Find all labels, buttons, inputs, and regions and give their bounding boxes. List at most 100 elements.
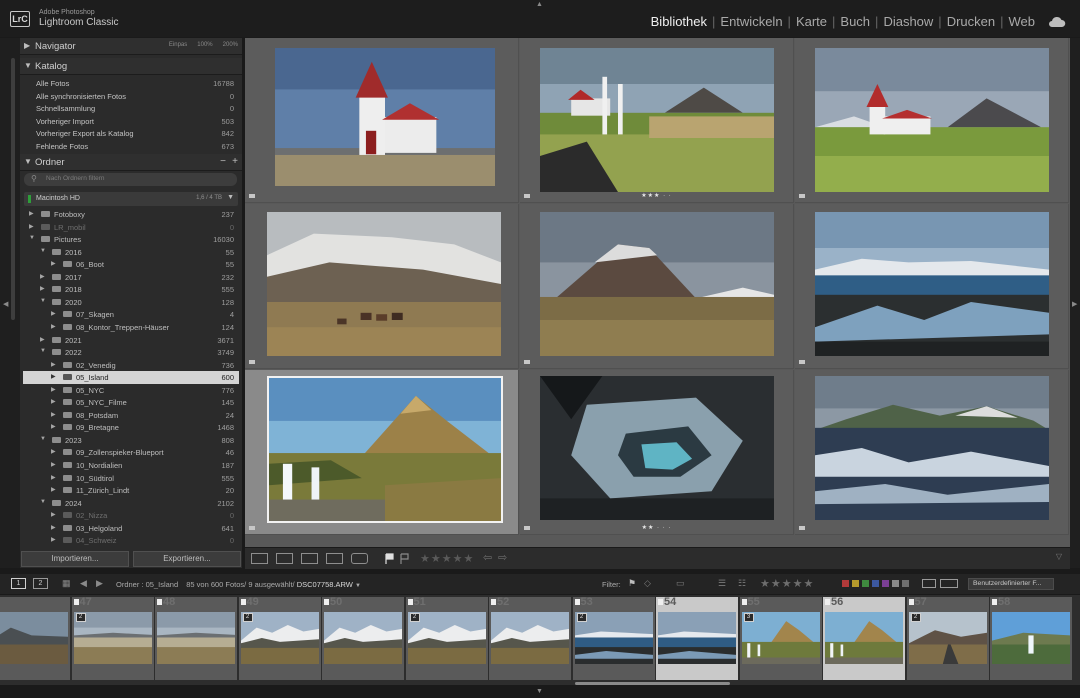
flag-badge-icon[interactable] [157, 599, 162, 605]
expand-triangle-down-icon[interactable]: ▼ [40, 499, 46, 505]
grid-cell[interactable] [795, 38, 1069, 203]
filmstrip-thumbnail[interactable]: 52 [489, 596, 571, 680]
folder-row[interactable]: ▶ LR_mobil 0 [23, 221, 239, 234]
color-label-swatch[interactable] [872, 580, 879, 587]
navigator-header[interactable]: ▶ Navigator Einpas 100% 200% [20, 38, 242, 55]
flag-badge-icon[interactable] [240, 599, 246, 605]
folder-row[interactable]: ▶ 08_Kontor_Treppen-Häuser 124 [23, 321, 239, 334]
expand-triangle-right-icon[interactable]: ▶ [51, 373, 56, 380]
flag-badge-icon[interactable] [574, 599, 580, 605]
expand-triangle-right-icon[interactable]: ▶ [51, 398, 56, 405]
catalog-item[interactable]: Vorheriger Import 503 [20, 115, 242, 128]
color-label-swatch[interactable] [882, 580, 889, 587]
toolbar-menu-icon[interactable]: ▽ [1056, 552, 1062, 561]
folder-row[interactable]: ▼ 2020 128 [23, 296, 239, 309]
grid-cell[interactable] [520, 204, 794, 369]
expand-triangle-down-icon[interactable]: ▼ [40, 436, 46, 442]
stack-count-badge[interactable]: 2 [576, 613, 587, 622]
rating-stars[interactable]: ★★★★★ [420, 552, 474, 565]
flag-badge-icon[interactable] [658, 599, 663, 605]
filmstrip-scrollbar[interactable] [575, 682, 730, 685]
loupe-view-icon[interactable] [276, 553, 293, 564]
flag-badge-icon[interactable] [249, 360, 255, 364]
expand-triangle-right-icon[interactable]: ▶ [51, 310, 56, 317]
grid-cell[interactable] [245, 38, 519, 203]
photo-thumbnail[interactable] [267, 212, 501, 356]
tab-karte[interactable]: Karte [791, 14, 832, 29]
folder-row[interactable]: ▶ 05_NYC_Filme 145 [23, 396, 239, 409]
tab-drucken[interactable]: Drucken [942, 14, 1000, 29]
folder-row[interactable]: ▶ 02_Venedig 736 [23, 359, 239, 372]
stack-count-badge[interactable]: 3 [743, 613, 754, 622]
grid-cell[interactable]: ★★★ · · [520, 38, 794, 203]
photo-rating[interactable]: ★★ · · · [520, 524, 793, 531]
add-folder-button[interactable]: + [232, 156, 238, 167]
flag-badge-icon[interactable] [992, 599, 997, 605]
rotate-left-icon[interactable]: ⇦ [483, 551, 492, 564]
expand-triangle-right-icon[interactable]: ▶ [29, 223, 34, 230]
expand-triangle-down-icon[interactable]: ▼ [40, 348, 46, 354]
top-panel-toggle-icon[interactable]: ▲ [536, 1, 543, 8]
color-label-swatch[interactable] [902, 580, 909, 587]
photo-thumbnail[interactable] [815, 376, 1049, 520]
filmstrip-thumbnail[interactable]: 58 [990, 596, 1072, 680]
folder-row[interactable]: ▶ 10_Südtirol 555 [23, 472, 239, 485]
grid-cell[interactable] [795, 370, 1069, 535]
expand-triangle-right-icon[interactable]: ▶ [51, 448, 56, 455]
back-arrow-icon[interactable]: ◀ [80, 578, 87, 589]
expand-triangle-right-icon[interactable]: ▶ [51, 361, 56, 368]
color-label-swatch[interactable] [852, 580, 859, 587]
stack-count-badge[interactable]: 2 [242, 613, 253, 622]
expand-triangle-right-icon[interactable]: ▶ [40, 285, 45, 292]
pick-flag-icon[interactable] [385, 553, 395, 565]
export-button[interactable]: Exportieren... [133, 551, 241, 567]
folder-row[interactable]: ▶ 08_Potsdam 24 [23, 409, 239, 422]
reject-flag-icon[interactable] [400, 553, 410, 565]
filmstrip-thumbnail[interactable]: 53 2 [572, 596, 655, 680]
folder-row[interactable]: ▶ 07_Skagen 4 [23, 308, 239, 321]
flag-badge-icon[interactable] [249, 526, 255, 530]
filter-lock-icon[interactable] [922, 579, 936, 588]
catalog-item[interactable]: Alle Fotos 16788 [20, 77, 242, 90]
custom-filter-select[interactable]: Benutzerdefinierter F... [968, 578, 1054, 590]
expand-triangle-down-icon[interactable]: ▼ [29, 235, 35, 241]
photo-thumbnail[interactable] [815, 48, 1049, 192]
folder-row[interactable]: ▶ 06_Boot 55 [23, 258, 239, 271]
secondary-monitor-button[interactable]: 2 [33, 578, 48, 589]
people-view-icon[interactable] [351, 553, 368, 564]
folder-row[interactable]: ▼ 2016 55 [23, 246, 239, 259]
filmstrip-thumbnail[interactable]: 48 [155, 596, 237, 680]
folder-row[interactable]: ▼ 2022 3749 [23, 346, 239, 359]
flag-badge-icon[interactable] [324, 599, 329, 605]
tab-entwickeln[interactable]: Entwickeln [715, 14, 787, 29]
catalog-header[interactable]: ▼ Katalog [20, 58, 242, 75]
zoom-200[interactable]: 200% [223, 42, 238, 48]
compare-view-icon[interactable] [301, 553, 318, 564]
flag-badge-icon[interactable] [249, 194, 255, 198]
flag-badge-icon[interactable] [524, 360, 530, 364]
unedited-filter-icon[interactable]: ☷ [738, 578, 746, 589]
grid-cell[interactable] [245, 370, 519, 535]
import-button[interactable]: Importieren... [21, 551, 129, 567]
folder-row[interactable]: ▼ Pictures 16030 [23, 233, 239, 246]
color-label-swatch[interactable] [892, 580, 899, 587]
filmstrip-thumbnail[interactable]: 51 2 [405, 596, 488, 680]
catalog-item[interactable]: Schnellsammlung 0 [20, 102, 242, 115]
flag-badge-icon[interactable] [73, 599, 79, 605]
bottom-panel-toggle-icon[interactable]: ▼ [536, 688, 543, 695]
flag-filter-icon[interactable]: ⚑ [628, 578, 636, 589]
expand-triangle-right-icon[interactable]: ▶ [51, 536, 56, 543]
filmstrip-thumbnail[interactable]: 55 3 [739, 596, 822, 680]
expand-triangle-right-icon[interactable]: ▶ [51, 323, 56, 330]
expand-triangle-right-icon[interactable]: ▶ [29, 210, 34, 217]
folder-row[interactable]: ▶ 04_Schweiz 0 [23, 534, 239, 547]
stack-count-badge[interactable]: 2 [409, 613, 420, 622]
folder-row[interactable]: ▶ 11_Zürich_Lindt 20 [23, 484, 239, 497]
tab-web[interactable]: Web [1004, 14, 1041, 29]
flag-badge-icon[interactable] [741, 599, 747, 605]
flag-badge-icon[interactable] [799, 526, 805, 530]
cloud-sync-icon[interactable] [1048, 16, 1066, 28]
folder-row[interactable]: ▶ 10_Nordialien 187 [23, 459, 239, 472]
unflagged-filter-icon[interactable]: ◇ [644, 578, 651, 589]
photo-thumbnail[interactable] [267, 376, 503, 523]
